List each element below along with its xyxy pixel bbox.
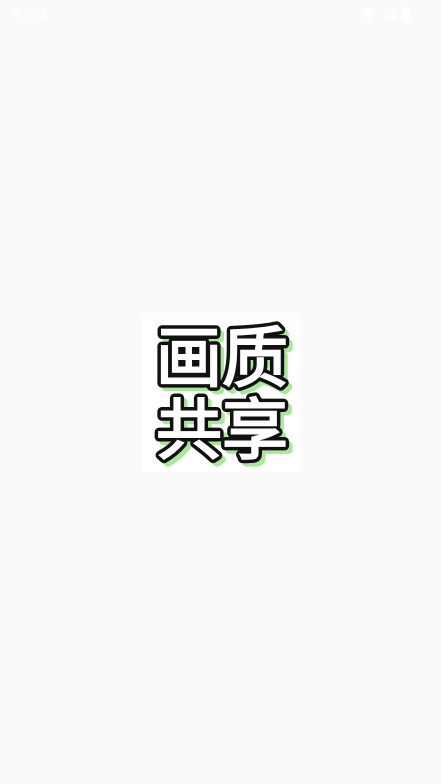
wifi-icon xyxy=(360,7,377,21)
battery-icon xyxy=(402,6,411,22)
app-logo-lettering: 画 质 共 享 画 质 共 享 xyxy=(153,317,296,473)
app-logo: 画 质 共 享 画 质 共 享 xyxy=(141,313,300,472)
svg-text:质: 质 xyxy=(222,320,288,397)
svg-text:共: 共 xyxy=(156,392,222,469)
svg-text:享: 享 xyxy=(222,392,288,469)
svg-text:画: 画 xyxy=(156,320,222,397)
splash-screen: 3:34 画 质 共 享 画 质 共 享 xyxy=(0,0,441,784)
cellular-signal-icon xyxy=(383,8,396,21)
status-time: 3:34 xyxy=(11,5,49,24)
status-bar: 3:34 xyxy=(0,0,441,30)
status-icons xyxy=(360,5,411,23)
